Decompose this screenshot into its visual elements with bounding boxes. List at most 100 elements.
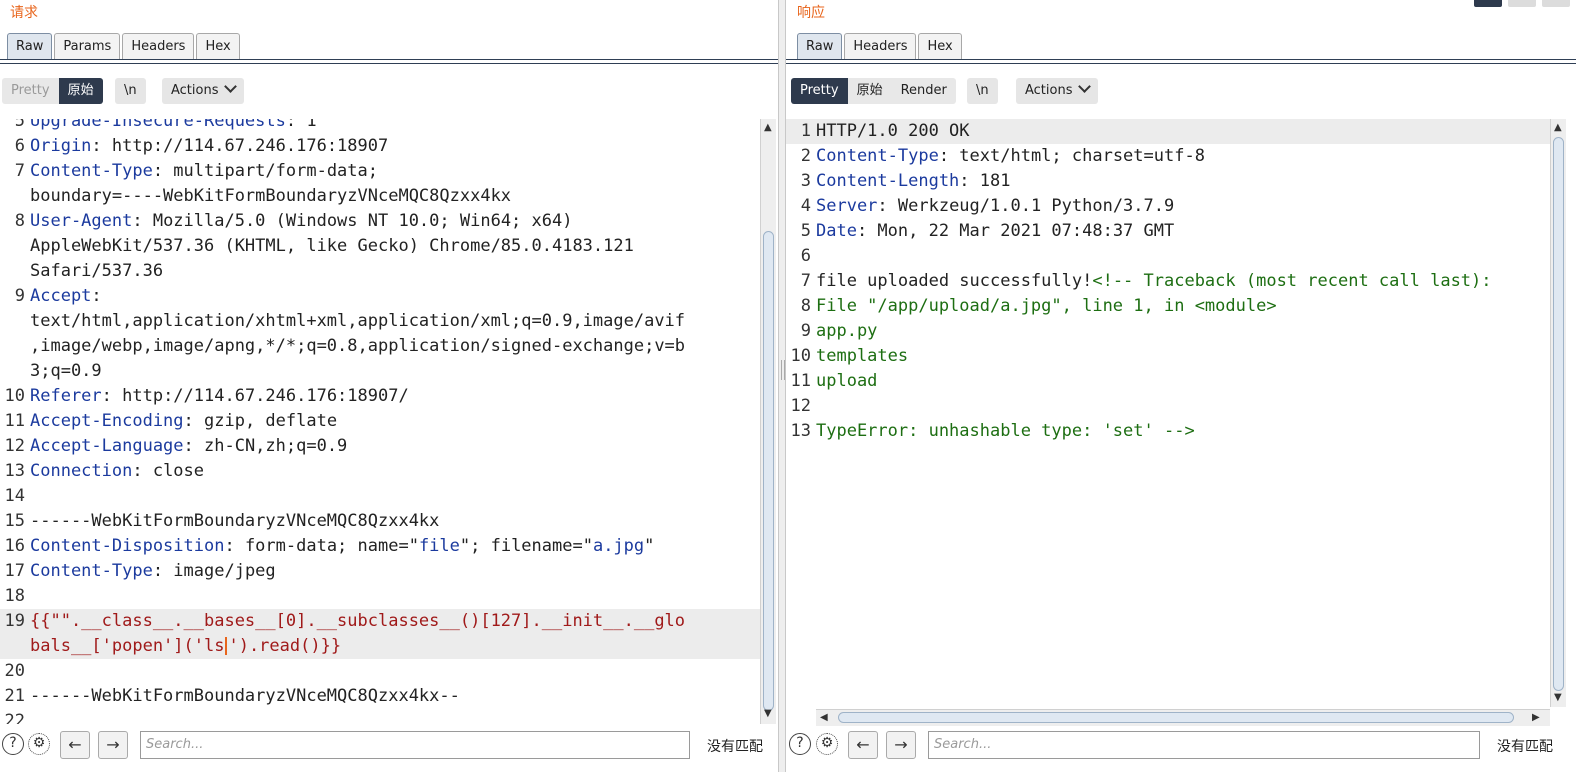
- newline-button[interactable]: \n: [967, 78, 998, 104]
- tab-hex[interactable]: Hex: [196, 33, 240, 59]
- tab-headers[interactable]: Headers: [844, 33, 917, 59]
- code-line: 2 Content-Type: text/html; charset=utf-8: [786, 144, 1550, 169]
- line-number: 4: [800, 196, 811, 216]
- scroll-down-arrow-icon[interactable]: ▼: [1554, 693, 1562, 703]
- search-input[interactable]: Search...: [140, 731, 690, 759]
- request-editor[interactable]: 5 Upgrade-Insecure-Requests: 1 6 Origin: ht…: [0, 119, 760, 724]
- line-content: text/html,application/xhtml+xml,applicat…: [25, 309, 685, 334]
- scroll-up-arrow-icon[interactable]: ▲: [764, 123, 772, 133]
- code-token: file uploaded successfully!: [816, 271, 1093, 291]
- scroll-down-arrow-icon[interactable]: ▼: [764, 709, 772, 719]
- layout-tabs-icon[interactable]: [1542, 0, 1570, 7]
- line-number: 6: [800, 246, 811, 266]
- line-content: AppleWebKit/537.36 (KHTML, like Gecko) C…: [25, 234, 634, 259]
- line-content: Content-Type: multipart/form-data;: [25, 159, 378, 184]
- code-line: 9 Accept:: [0, 284, 760, 309]
- code-line: 11 Accept-Encoding: gzip, deflate: [0, 409, 760, 434]
- scroll-left-arrow-icon[interactable]: ◀: [820, 713, 828, 723]
- raw-button[interactable]: 原始: [58, 78, 103, 104]
- code-token: : Mon, 22 Mar 2021 07:48:37 GMT: [856, 221, 1175, 241]
- search-input[interactable]: Search...: [928, 731, 1480, 759]
- gear-icon[interactable]: ⚙: [816, 733, 838, 755]
- line-number: 2: [800, 146, 811, 166]
- line-number: 5: [14, 119, 25, 131]
- line-content: Referer: http://114.67.246.176:18907/: [25, 384, 409, 409]
- actions-button[interactable]: Actions: [162, 78, 244, 104]
- tab-headers[interactable]: Headers: [122, 33, 195, 59]
- code-line: 7 Content-Type: multipart/form-data;: [0, 159, 760, 184]
- raw-button[interactable]: 原始: [847, 78, 892, 104]
- line-content: file uploaded successfully!<!-- Tracebac…: [811, 269, 1492, 294]
- code-token: "; filename=": [459, 536, 593, 556]
- line-content: User-Agent: Mozilla/5.0 (Windows NT 10.0…: [25, 209, 572, 234]
- help-icon[interactable]: ?: [789, 733, 811, 755]
- code-token: Connection: [30, 461, 133, 481]
- code-token: : http://114.67.246.176:18907: [91, 136, 389, 156]
- tab-hex[interactable]: Hex: [918, 33, 962, 59]
- code-line: 3;q=0.9: [0, 359, 760, 384]
- forward-arrow-icon[interactable]: →: [886, 731, 916, 759]
- line-content: {{"".__class__.__bases__[0].__subclasses…: [25, 609, 685, 634]
- line-content: ------WebKitFormBoundaryzVNceMQC8Qzxx4kx…: [25, 684, 460, 709]
- code-token: templates: [816, 346, 909, 366]
- help-icon[interactable]: ?: [2, 733, 24, 755]
- response-toolbar: Pretty 原始 Render \n Actions: [786, 78, 1576, 106]
- scroll-up-arrow-icon[interactable]: ▲: [1554, 123, 1562, 133]
- match-count: 没有匹配: [707, 739, 763, 755]
- line-number: 9: [14, 286, 25, 306]
- code-line: AppleWebKit/537.36 (KHTML, like Gecko) C…: [0, 234, 760, 259]
- tab-raw[interactable]: Raw: [7, 33, 53, 59]
- response-editor[interactable]: 1 HTTP/1.0 200 OK 2 Content-Type: text/html…: [786, 119, 1550, 707]
- pretty-button[interactable]: Pretty: [2, 78, 59, 104]
- line-number: 8: [800, 296, 811, 316]
- gear-icon[interactable]: ⚙: [28, 733, 50, 755]
- pretty-button[interactable]: Pretty: [791, 78, 848, 104]
- code-line: 13 TypeError: unhashable type: 'set' -->: [786, 419, 1550, 444]
- actions-button[interactable]: Actions: [1016, 78, 1098, 104]
- line-content: Accept-Language: zh-CN,zh;q=0.9: [25, 434, 347, 459]
- line-content: boundary=----WebKitFormBoundaryzVNceMQC8…: [25, 184, 511, 209]
- line-content: Upgrade-Insecure-Requests: 1: [25, 119, 317, 134]
- code-line: 15 ------WebKitFormBoundaryzVNceMQC8Qzxx4…: [0, 509, 760, 534]
- scrollbar-thumb[interactable]: [838, 712, 1514, 723]
- newline-button[interactable]: \n: [115, 78, 146, 104]
- code-token: Origin: [30, 136, 92, 156]
- tab-raw[interactable]: Raw: [797, 33, 843, 59]
- code-token: a.jpg: [592, 536, 645, 556]
- code-token: Server: [816, 196, 878, 216]
- render-button[interactable]: Render: [891, 78, 956, 104]
- code-token: ,image/webp,image/apng,*/*;q=0.8,applica…: [30, 336, 686, 356]
- line-content: [25, 584, 30, 609]
- line-number: [0, 334, 25, 359]
- line-number: 15: [4, 511, 25, 531]
- scrollbar-thumb[interactable]: [1553, 137, 1564, 691]
- request-vertical-scrollbar[interactable]: ▲ ▼: [760, 119, 776, 724]
- code-token: : form-data; name=": [224, 536, 419, 556]
- response-horizontal-scrollbar[interactable]: ◀ ▶: [816, 709, 1550, 726]
- code-line: 5 Date: Mon, 22 Mar 2021 07:48:37 GMT: [786, 219, 1550, 244]
- code-line: 17 Content-Type: image/jpeg: [0, 559, 760, 584]
- actions-label: Actions: [171, 83, 219, 98]
- line-number: [0, 234, 25, 259]
- line-number: 6: [14, 136, 25, 156]
- splitter-grip[interactable]: [781, 360, 785, 380]
- code-token: TypeError: unhashable type: 'set' -->: [816, 421, 1195, 441]
- line-number: 10: [4, 386, 25, 406]
- back-arrow-icon[interactable]: ←: [60, 731, 90, 759]
- line-number: 21: [4, 686, 25, 706]
- panel-splitter[interactable]: [778, 0, 786, 772]
- line-content: Server: Werkzeug/1.0.1 Python/3.7.9: [811, 194, 1174, 219]
- tab-params[interactable]: Params: [54, 33, 121, 59]
- code-token: : text/html; charset=utf-8: [938, 146, 1205, 166]
- back-arrow-icon[interactable]: ←: [848, 731, 878, 759]
- line-number: 3: [800, 171, 811, 191]
- response-vertical-scrollbar[interactable]: ▲ ▼: [1550, 119, 1566, 707]
- scrollbar-thumb[interactable]: [763, 231, 774, 711]
- tab-underline: [786, 59, 1576, 64]
- code-token: Content-Disposition: [30, 536, 225, 556]
- layout-stacked-icon[interactable]: [1508, 0, 1536, 7]
- scroll-right-arrow-icon[interactable]: ▶: [1532, 713, 1540, 723]
- layout-side-by-side-icon[interactable]: [1474, 0, 1502, 7]
- line-content: Accept-Encoding: gzip, deflate: [25, 409, 337, 434]
- forward-arrow-icon[interactable]: →: [98, 731, 128, 759]
